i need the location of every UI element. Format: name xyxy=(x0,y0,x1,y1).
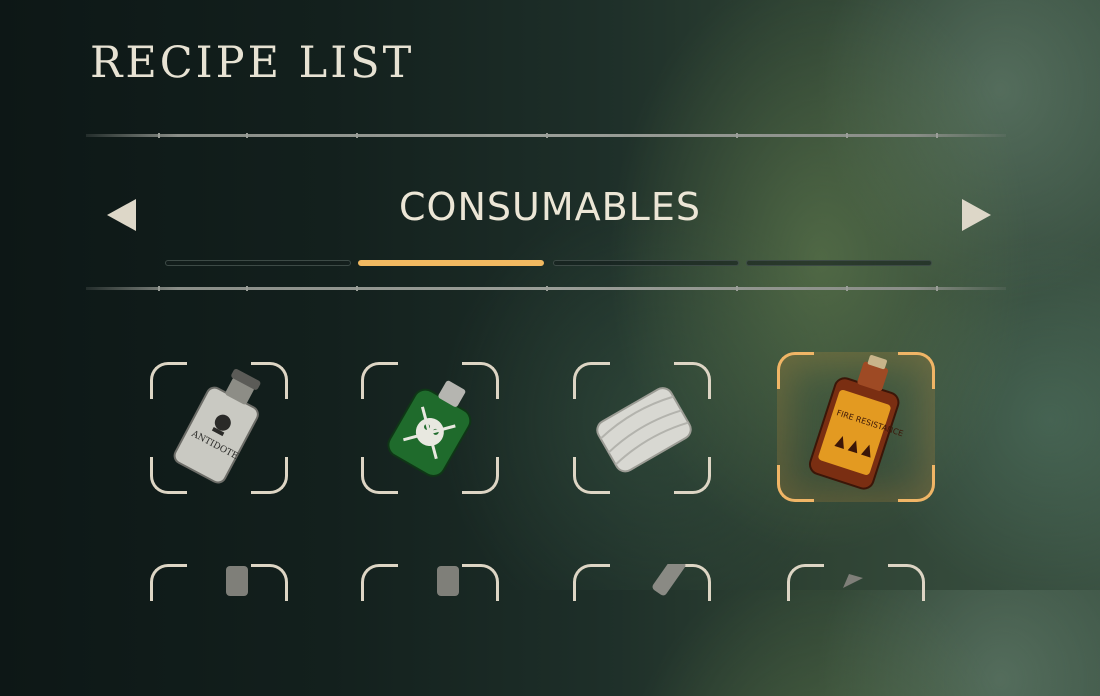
fire-resistance-bottle-icon: FIRE RESISTANCE xyxy=(808,355,904,490)
category-tab-indicator-1[interactable] xyxy=(165,260,351,266)
tool-icon xyxy=(652,564,686,596)
recipe-slot-row2-1[interactable] xyxy=(150,564,288,696)
arrow-icon xyxy=(843,574,863,588)
category-title: CONSUMABLES xyxy=(399,185,701,229)
antidote-bottle-icon: ANTIDOTE xyxy=(173,369,261,484)
category-tab-indicator-4[interactable] xyxy=(746,260,932,266)
recipe-slot-row2-3[interactable] xyxy=(573,564,711,696)
recipe-slot-antidote[interactable]: ANTIDOTE xyxy=(150,362,288,494)
previous-category-arrow-icon[interactable] xyxy=(107,199,136,231)
recipe-slot-bandage[interactable] xyxy=(573,362,711,494)
header-divider xyxy=(86,133,1006,138)
recipe-slot-poison-flask[interactable] xyxy=(361,362,499,494)
bottle-icon xyxy=(226,566,248,596)
green-skull-flask-icon xyxy=(387,380,472,477)
next-category-arrow-icon[interactable] xyxy=(962,199,991,231)
recipe-slot-fire-resistance[interactable]: FIRE RESISTANCE xyxy=(777,352,935,502)
category-divider xyxy=(86,286,1006,291)
page-title: RECIPE LIST xyxy=(90,38,415,88)
cloth-bandage-icon xyxy=(596,387,692,473)
recipe-slot-row2-2[interactable] xyxy=(361,564,499,696)
recipe-slot-row2-4[interactable] xyxy=(787,564,925,696)
category-tab-indicator-3[interactable] xyxy=(553,260,739,266)
bottle-icon xyxy=(437,566,459,596)
category-tab-indicator-2[interactable] xyxy=(358,260,544,266)
